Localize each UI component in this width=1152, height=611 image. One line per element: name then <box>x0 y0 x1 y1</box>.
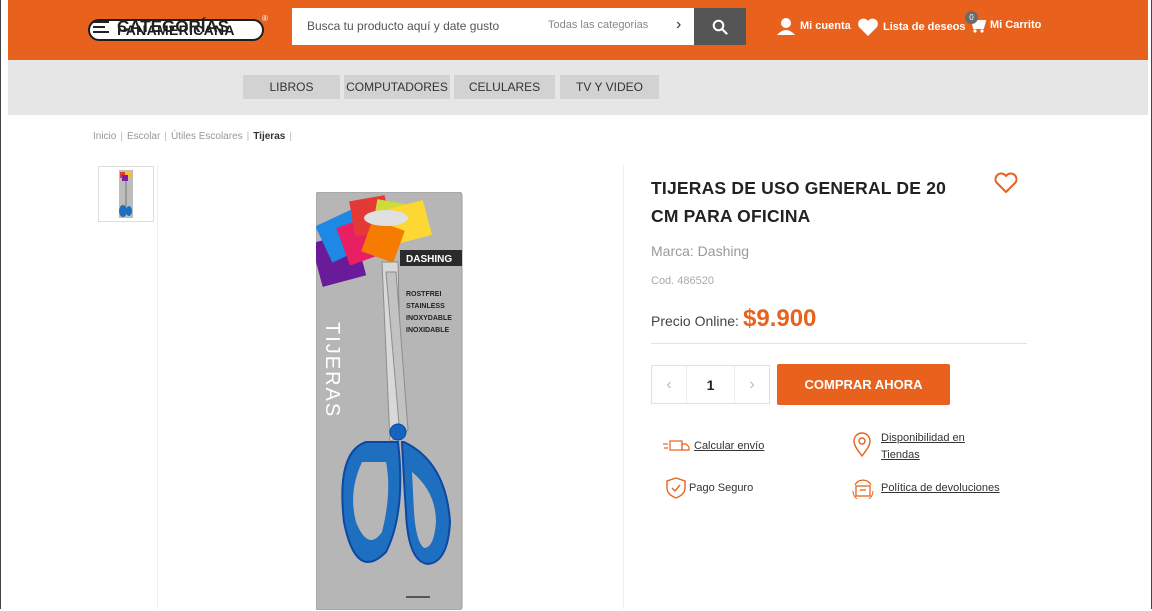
price-divider <box>651 343 1027 344</box>
info-divider <box>623 165 624 609</box>
decrease-quantity-button[interactable]: ‹ <box>652 366 686 403</box>
store-availability-link[interactable]: Disponibilidad en Tiendas <box>852 430 973 464</box>
search-box[interactable]: Busca tu producto aquí y date gusto Toda… <box>292 8 694 45</box>
heart-icon <box>858 18 878 36</box>
increase-quantity-button[interactable]: › <box>735 366 769 403</box>
breadcrumb-separator: | <box>120 131 123 142</box>
product-price: $9.900 <box>743 305 817 332</box>
shield-check-icon <box>666 477 686 499</box>
product-thumbnail[interactable] <box>98 166 154 222</box>
add-to-wishlist-button[interactable] <box>993 171 1019 200</box>
breadcrumb-separator: | <box>246 131 250 142</box>
returns-label: Política de devoluciones <box>881 482 1000 494</box>
availability-label: Disponibilidad en Tiendas <box>881 432 965 461</box>
package-vertical-label: TIJERAS <box>321 322 343 418</box>
account-link[interactable]: Mi cuenta <box>776 17 851 35</box>
calculate-shipping-link[interactable]: Calcular envío <box>663 439 764 453</box>
search-icon <box>712 19 728 35</box>
chevron-right-icon[interactable]: › <box>676 16 681 34</box>
package-line: STAINLESS <box>406 303 445 310</box>
wishlist-label: Lista de deseos <box>883 21 966 33</box>
cart-link[interactable]: Mi Carrito <box>968 17 1041 33</box>
breadcrumb: Inicio | Escolar | Útiles Escolares | Tijer… <box>93 131 292 142</box>
product-code: Cod. 486520 <box>651 275 714 287</box>
cart-label: Mi Carrito <box>990 19 1042 31</box>
breadcrumb-separator: | <box>164 131 167 142</box>
truck-icon <box>663 440 690 451</box>
location-pin-icon <box>853 432 871 458</box>
category-pill-celulares[interactable]: CELULARES <box>454 75 555 99</box>
returns-box-icon <box>852 479 874 499</box>
package-line: INOXIDABLE <box>406 327 450 334</box>
cart-count-badge: 0 <box>965 11 978 24</box>
package-line: ROSTFREI <box>406 291 441 298</box>
categories-title: CATEGORÍAS <box>117 17 230 36</box>
logo-registered-mark: ® <box>262 14 268 23</box>
category-select[interactable]: Todas las categorias <box>548 19 648 31</box>
product-image[interactable]: DASHING ROSTFREI STAINLESS INOXYDABLE IN… <box>316 192 464 610</box>
breadcrumb-item[interactable]: Útiles Escolares <box>171 131 243 142</box>
shipping-label: Calcular envío <box>694 440 765 452</box>
secure-payment-info: Pago Seguro <box>665 476 753 500</box>
wishlist-link[interactable]: Lista de deseos <box>857 17 966 37</box>
gallery-divider <box>157 165 158 609</box>
user-icon <box>777 18 795 35</box>
breadcrumb-separator: | <box>289 131 292 142</box>
buy-now-button[interactable]: COMPRAR AHORA <box>777 364 950 405</box>
account-label: Mi cuenta <box>800 20 851 32</box>
categories-menu-button[interactable]: CATEGORÍAS <box>93 17 229 37</box>
category-pill-computadores[interactable]: COMPUTADORES <box>344 75 450 99</box>
search-input[interactable]: Busca tu producto aquí y date gusto <box>307 19 499 33</box>
package-brand: DASHING <box>406 254 452 265</box>
product-title: TIJERAS DE USO GENERAL DE 20 CM PARA OFI… <box>651 178 947 226</box>
category-pill-tv-video[interactable]: TV Y VIDEO <box>560 75 659 99</box>
quantity-input[interactable]: 1 <box>686 366 735 403</box>
price-label: Precio Online: <box>651 313 739 329</box>
breadcrumb-item[interactable]: Inicio <box>93 131 116 142</box>
secure-payment-label: Pago Seguro <box>689 482 754 494</box>
package-line: INOXYDABLE <box>406 315 452 322</box>
hamburger-menu-icon <box>93 21 109 33</box>
category-pill-libros[interactable]: LIBROS <box>243 75 340 99</box>
breadcrumb-current: Tijeras <box>253 131 286 142</box>
scissors-thumbnail-image <box>119 170 133 218</box>
search-button[interactable] <box>694 8 746 45</box>
product-brand: Marca: Dashing <box>651 243 750 259</box>
breadcrumb-item[interactable]: Escolar <box>127 131 160 142</box>
quantity-stepper: ‹ 1 › <box>651 365 770 404</box>
returns-policy-link[interactable]: Política de devoluciones <box>851 477 1000 499</box>
heart-outline-icon <box>994 172 1018 193</box>
